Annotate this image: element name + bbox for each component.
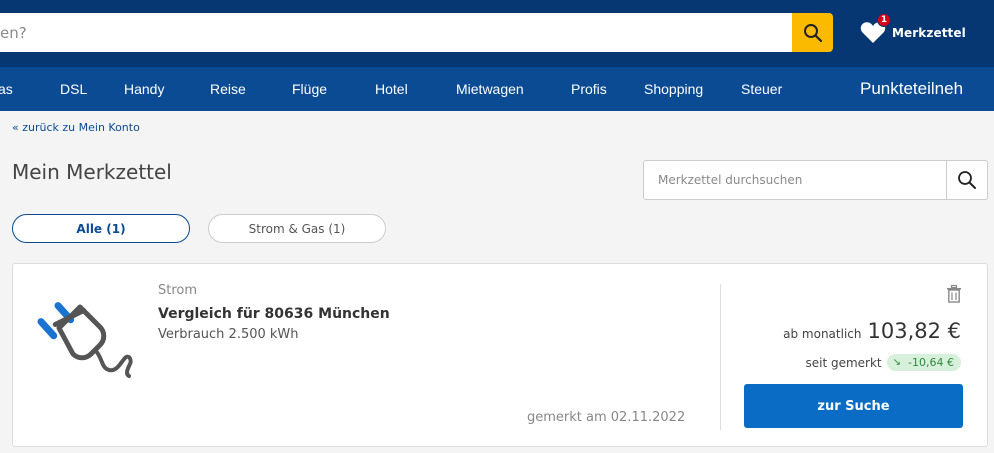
merkzettel-count-badge: 1 (877, 13, 891, 27)
main-nav: as DSL Handy Reise Flüge Hotel Mietwagen… (0, 67, 994, 111)
nav-punkteteilnehmer[interactable]: Punkteteilneh (860, 67, 963, 111)
global-search-button[interactable] (792, 13, 833, 52)
plug-icon (37, 288, 137, 378)
card-divider (720, 284, 721, 430)
nav-item-hotel[interactable]: Hotel (375, 67, 408, 111)
nav-item-shopping[interactable]: Shopping (644, 67, 703, 111)
nav-item-profis[interactable]: Profis (571, 67, 607, 111)
merkzettel-search: Merkzettel durchsuchen (643, 160, 988, 200)
merkzettel-search-input[interactable]: Merkzettel durchsuchen (644, 161, 946, 199)
merkzettel-search-button[interactable] (946, 161, 987, 199)
nav-item-dsl[interactable]: DSL (60, 67, 87, 111)
card-usage: Verbrauch 2.500 kWh (158, 327, 299, 342)
price-row: ab monatlich 103,82 € (783, 319, 961, 343)
page-title: Mein Merkzettel (12, 160, 172, 184)
back-to-account-link[interactable]: « zurück zu Mein Konto (12, 121, 140, 134)
nav-item-gas[interactable]: as (0, 67, 13, 111)
tab-strom-gas[interactable]: Strom & Gas (1) (208, 214, 386, 243)
card-saved-date: gemerkt am 02.11.2022 (527, 410, 686, 425)
nav-item-mietwagen[interactable]: Mietwagen (456, 67, 524, 111)
price-delta-badge: ↘ -10,64 € (886, 354, 961, 371)
merkzettel-search-placeholder: Merkzettel durchsuchen (658, 173, 803, 187)
global-search: en? (0, 13, 833, 52)
arrow-down-right-icon: ↘ (892, 357, 902, 368)
merkzettel-link[interactable]: 1 Merkzettel (860, 13, 966, 48)
price-delta-value: -10,64 € (908, 356, 954, 369)
nav-item-steuer[interactable]: Steuer (741, 67, 782, 111)
since-label: seit gemerkt (805, 355, 882, 370)
since-row: seit gemerkt ↘ -10,64 € (805, 354, 961, 371)
search-icon (803, 23, 822, 42)
nav-item-handy[interactable]: Handy (124, 67, 164, 111)
trash-icon[interactable] (946, 285, 962, 303)
global-search-input[interactable]: en? (0, 13, 792, 52)
merkzettel-label: Merkzettel (892, 26, 966, 40)
card-category: Strom (158, 283, 198, 298)
tab-alle[interactable]: Alle (1) (12, 214, 190, 243)
merkzettel-card: Strom Vergleich für 80636 München Verbra… (12, 263, 988, 447)
nav-item-reise[interactable]: Reise (210, 67, 246, 111)
price-prefix: ab monatlich (783, 327, 862, 341)
search-icon (958, 171, 976, 189)
card-title[interactable]: Vergleich für 80636 München (158, 306, 390, 322)
global-search-placeholder: en? (0, 23, 27, 42)
nav-item-fluege[interactable]: Flüge (292, 67, 327, 111)
price-value: 103,82 € (867, 319, 961, 343)
heart-icon-wrap: 1 (860, 13, 891, 45)
zur-suche-button[interactable]: zur Suche (744, 384, 963, 428)
top-header: en? 1 Merkzettel (0, 0, 994, 67)
